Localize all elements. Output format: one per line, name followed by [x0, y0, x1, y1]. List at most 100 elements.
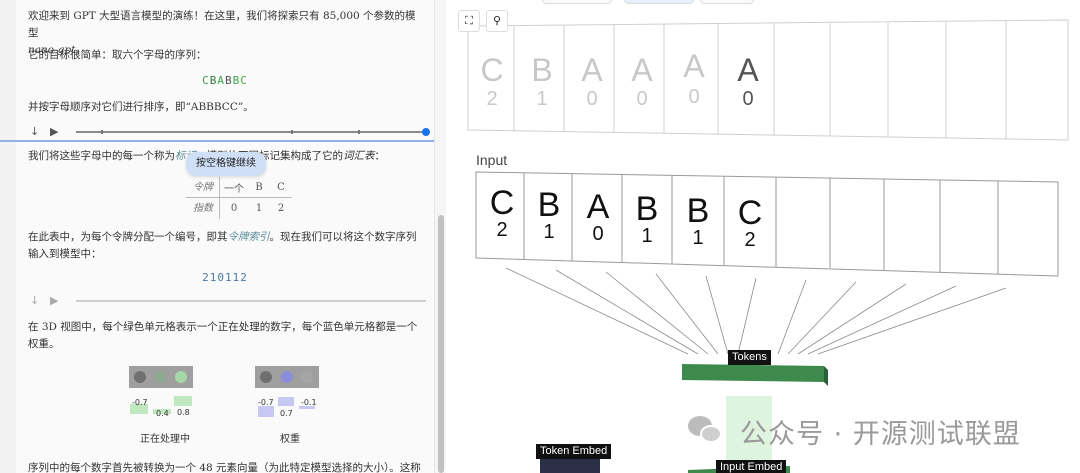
connector-line — [777, 279, 807, 355]
connector-line — [817, 287, 1007, 355]
output-token-letter: A — [683, 48, 705, 84]
progress-tick — [358, 130, 360, 134]
output-token-letter: B — [531, 52, 553, 88]
tokens-block[interactable] — [682, 364, 824, 382]
vocab-cell: 0 — [230, 203, 238, 214]
wechat-logo-icon — [688, 414, 728, 448]
cell-dot — [281, 371, 293, 383]
output-token-index: 0 — [688, 86, 700, 108]
token-text-end: ： — [374, 150, 386, 162]
input-token-letter: B — [635, 190, 659, 228]
seq-letter: A — [217, 74, 225, 87]
blue-value: -0.1 — [301, 398, 317, 407]
cell-paragraph: 在 3D 视图中，每个绿色单元格表示一个正在处理的数字，每个蓝色单元格都是一个权… — [28, 321, 418, 350]
vocab-cell: 1 — [255, 203, 263, 214]
progress-tick — [101, 130, 103, 134]
progress-fill — [76, 131, 426, 133]
green-value: -0.7 — [132, 398, 148, 407]
caption-weight: 权重 — [280, 434, 300, 445]
input-token-letter: C — [489, 184, 515, 222]
vocab-row-token: 令牌 一个 B C — [186, 176, 292, 198]
index-sequence: 210112 — [202, 271, 248, 284]
blue-bar — [258, 406, 274, 417]
input-token-index: 2 — [744, 229, 756, 251]
weight-cells — [255, 366, 319, 388]
index-paragraph: 在此表中，为每个令牌分配一个编号，即其令牌索引。现在我们可以将这个数字序列输入到… — [28, 229, 426, 263]
scroll-thumb[interactable] — [438, 215, 444, 473]
green-value: 0.4 — [156, 409, 169, 418]
connector-line — [787, 281, 857, 355]
seq-letter: C — [202, 74, 210, 87]
connector-line — [807, 285, 957, 355]
output-token-index: 0 — [586, 88, 598, 110]
vocab-cell: B — [255, 181, 263, 193]
intro-text: 欢迎来到 GPT 大型语言模型的演练！在这里，我们将探索只有 85,000 个参… — [28, 10, 416, 39]
step-down-icon[interactable]: ↓ — [30, 294, 39, 308]
cell-dot — [301, 371, 313, 383]
watermark-text: 公众号 · 开源测试联盟 — [740, 419, 1021, 450]
output-token-letter: A — [581, 52, 603, 88]
vocab-term: 词汇表 — [343, 150, 375, 162]
cell-dot — [134, 371, 146, 383]
article-scrollbar[interactable] — [434, 0, 446, 473]
tokens-label: Tokens — [728, 350, 771, 365]
seq-letter: B — [225, 74, 233, 87]
input-token-index: 1 — [543, 221, 555, 243]
processing-cells — [129, 366, 193, 388]
progress-tick — [291, 130, 293, 134]
goal-paragraph: 它的目标很简单：取六个字母的序列： — [28, 49, 207, 61]
input-token-letter: B — [686, 192, 710, 230]
article-content: 欢迎来到 GPT 大型语言模型的演练！在这里，我们将探索只有 85,000 个参… — [16, 0, 434, 473]
output-token-index: 1 — [536, 88, 548, 110]
vocab-cell: 2 — [277, 203, 285, 214]
article-panel: 欢迎来到 GPT 大型语言模型的演练！在这里，我们将探索只有 85,000 个参… — [0, 0, 446, 473]
green-value: 0.8 — [177, 408, 190, 417]
step-separator — [0, 140, 434, 142]
input-embed-label: Input Embed — [716, 460, 787, 473]
input-token-index: 1 — [641, 225, 653, 247]
search-icon[interactable]: ⚲ — [486, 10, 508, 32]
vocab-row-index: 指数 0 1 2 — [186, 198, 292, 219]
output-token-letter: A — [737, 52, 759, 88]
output-token-letter: A — [631, 52, 653, 88]
step-player-2: ↓ ▶ — [28, 294, 428, 308]
progress-track[interactable] — [76, 300, 426, 302]
token-embed-label: Token Embed — [536, 444, 612, 459]
progress-knob[interactable] — [422, 128, 430, 136]
vocab-header-token: 令牌 — [186, 176, 220, 198]
expand-icon[interactable]: ⛶ — [458, 10, 480, 32]
input-token-index: 2 — [496, 219, 508, 241]
tokens-block-side — [824, 366, 828, 386]
cell-dot — [155, 371, 167, 383]
output-token-index: 0 — [636, 88, 648, 110]
output-token-index: 0 — [742, 88, 754, 110]
index-text: 在此表中，为每个令牌分配一个编号，即其 — [28, 231, 228, 243]
blue-value: -0.7 — [258, 398, 274, 407]
sort-paragraph: 并按字母顺序对它们进行排序，即“ABBBCC”。 — [28, 101, 254, 113]
connector-line — [797, 283, 907, 355]
play-icon[interactable]: ▶ — [50, 125, 58, 139]
step-player-1: ↓ ▶ — [28, 125, 430, 139]
input-token-letter: B — [537, 186, 561, 224]
input-label: Input — [476, 152, 508, 168]
index-term: 令牌索引 — [227, 231, 270, 243]
letter-sequence: CBABBC — [16, 74, 434, 87]
token-text: 我们将这些字母中的每一个称为 — [28, 150, 175, 162]
connector-line — [737, 277, 757, 355]
connector-line — [605, 271, 709, 355]
connector-line — [505, 267, 689, 355]
output-token-index: 2 — [486, 88, 498, 110]
play-icon[interactable]: ▶ — [50, 294, 58, 308]
progress-track[interactable] — [76, 128, 430, 136]
blue-value: 0.7 — [280, 409, 293, 418]
output-token-letter: C — [480, 52, 504, 88]
bottom-paragraph: 序列中的每个数字首先被转换为一个 48 元素向量（为此特定模型选择的大小）。这称… — [28, 462, 421, 473]
input-token-letter: A — [586, 188, 610, 226]
step-down-icon[interactable]: ↓ — [30, 125, 39, 139]
connector-line — [555, 269, 699, 355]
model-3d-view[interactable]: ⛶ ⚲ Output C2B1A0A0A0A0 Input C2B1A0B1B1… — [456, 0, 1080, 473]
input-token-letter: C — [737, 194, 763, 232]
vocab-table: 令牌 一个 B C 指数 0 1 2 — [186, 176, 292, 219]
input-token-index: 0 — [592, 223, 604, 245]
input-token-index: 1 — [692, 227, 704, 249]
